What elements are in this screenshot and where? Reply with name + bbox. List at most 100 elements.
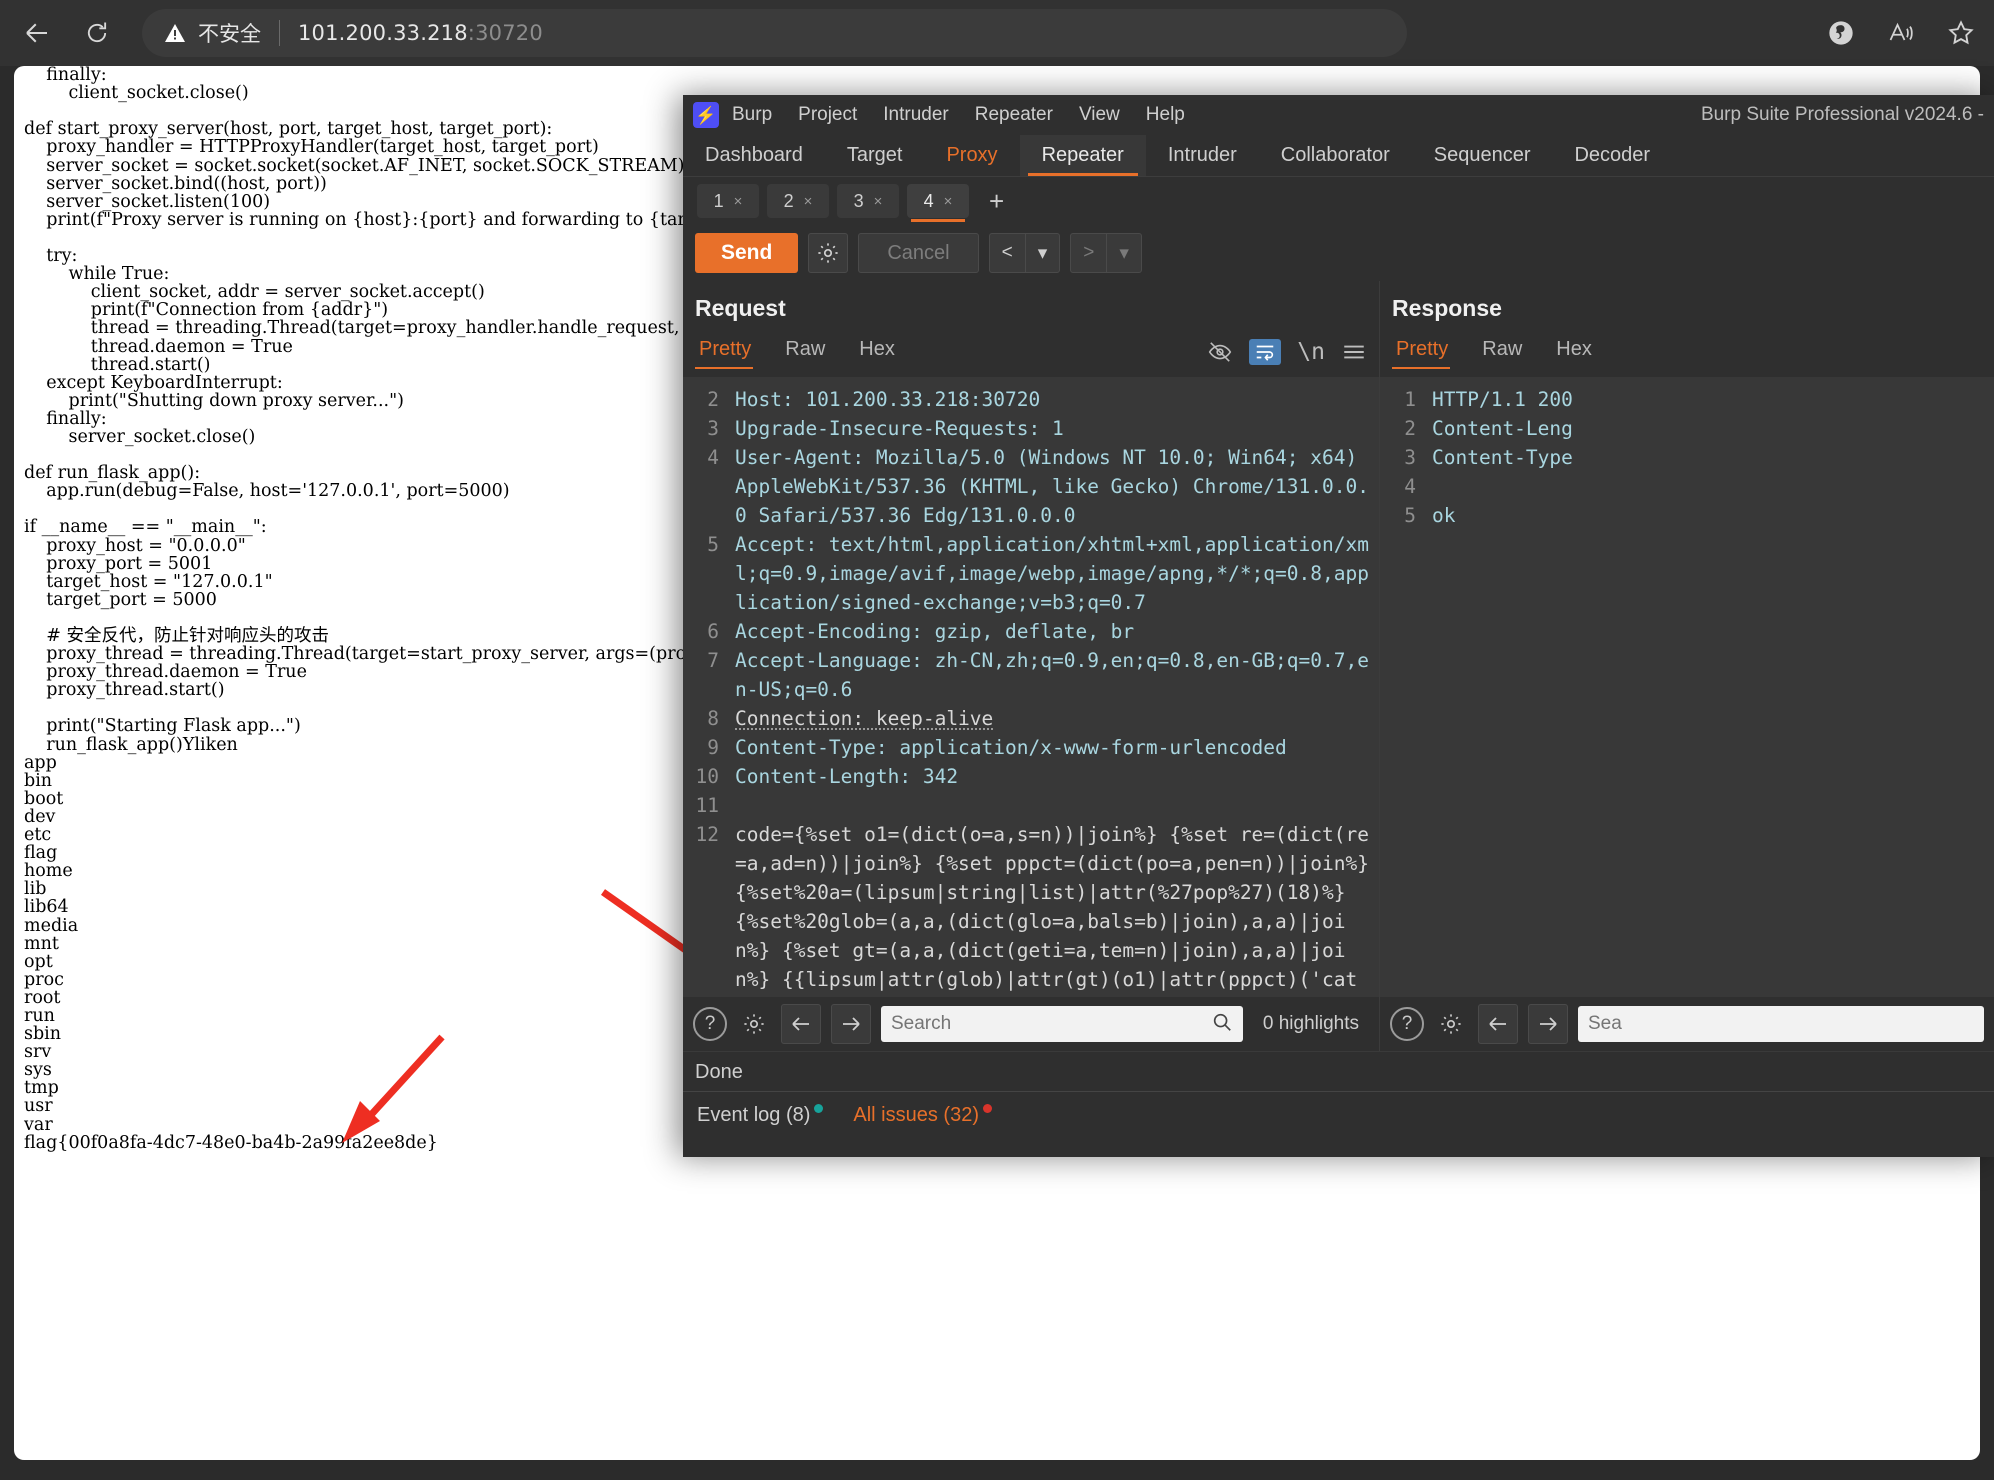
next-request-button[interactable]: > ▾ xyxy=(1070,233,1142,273)
repeater-tab-2[interactable]: 2 × xyxy=(767,184,829,218)
close-icon[interactable]: × xyxy=(804,193,813,210)
chevron-down-icon: ▾ xyxy=(1119,242,1129,264)
burp-menubar: ⚡ Burp Project Intruder Repeater View He… xyxy=(683,95,1994,135)
repeater-tab-1[interactable]: 1 × xyxy=(697,184,759,218)
menu-repeater[interactable]: Repeater xyxy=(962,95,1066,135)
tab-proxy[interactable]: Proxy xyxy=(924,135,1019,176)
request-editor[interactable]: 2 3 4 5 6 7 8 9 10 11 12 Host: 101.200.33.218:3072… xyxy=(683,377,1379,997)
event-log-label: Event log (8) xyxy=(697,1104,811,1126)
all-issues-label: All issues (32) xyxy=(853,1104,979,1126)
search-back-icon[interactable] xyxy=(1478,1004,1518,1044)
menu-burp[interactable]: Burp xyxy=(719,95,785,135)
search-forward-icon[interactable] xyxy=(831,1004,871,1044)
previous-request-button[interactable]: < ▾ xyxy=(988,233,1061,273)
request-pane: Request Pretty Raw Hex \n 2 3 4 5 6 7 8 … xyxy=(683,281,1380,1051)
repeater-tab-strip: 1 × 2 × 3 × 4 × + xyxy=(683,177,1994,225)
burp-window-title: Burp Suite Professional v2024.6 - xyxy=(1700,104,1984,125)
repeater-tab-label: 3 xyxy=(853,190,864,211)
browser-toolbar-actions xyxy=(1824,0,1978,66)
next-arrow-icon: > xyxy=(1083,242,1095,263)
address-bar[interactable]: 不安全 101.200.33.218:30720 xyxy=(142,9,1407,57)
menu-project[interactable]: Project xyxy=(785,95,870,135)
back-arrow-icon[interactable] xyxy=(14,10,60,56)
tab-repeater[interactable]: Repeater xyxy=(1019,135,1146,176)
tab-dashboard[interactable]: Dashboard xyxy=(683,135,825,176)
search-icon[interactable] xyxy=(1211,1011,1233,1038)
response-body-text[interactable]: HTTP/1.1 200 Content-Leng Content-Type ok xyxy=(1424,377,1994,997)
help-icon[interactable]: ? xyxy=(1390,1007,1424,1041)
response-pane-title: Response xyxy=(1392,295,1502,321)
menu-intruder[interactable]: Intruder xyxy=(870,95,961,135)
repeater-tab-label: 4 xyxy=(923,190,934,211)
burp-footer: Event log (8) All issues (32) xyxy=(683,1091,1994,1139)
search-field-wrapper[interactable] xyxy=(881,1006,1243,1042)
close-icon[interactable]: × xyxy=(734,193,743,210)
newline-icon[interactable]: \n xyxy=(1297,339,1325,365)
request-line-numbers: 2 3 4 5 6 7 8 9 10 11 12 xyxy=(683,377,727,997)
menu-view[interactable]: View xyxy=(1066,95,1133,135)
word-wrap-icon[interactable] xyxy=(1249,338,1282,365)
all-issues-button[interactable]: All issues (32) xyxy=(853,1104,992,1127)
close-icon[interactable]: × xyxy=(874,193,883,210)
response-tab-hex[interactable]: Hex xyxy=(1552,332,1608,371)
search-input[interactable] xyxy=(891,1013,1211,1035)
event-log-indicator-dot xyxy=(814,1104,824,1114)
event-log-button[interactable]: Event log (8) xyxy=(697,1104,824,1127)
request-response-panes: Request Pretty Raw Hex \n 2 3 4 5 6 7 8 … xyxy=(683,281,1994,1051)
gear-icon[interactable] xyxy=(808,233,849,273)
issues-indicator-dot xyxy=(983,1104,992,1114)
highlight-count-label: 0 highlights xyxy=(1262,1013,1359,1034)
not-secure-warning-icon xyxy=(162,20,188,46)
repeater-tab-4[interactable]: 4 × xyxy=(907,184,969,222)
url-port: :30720 xyxy=(467,21,543,45)
response-view-tabs: Pretty Raw Hex xyxy=(1380,332,1994,371)
search-back-icon[interactable] xyxy=(781,1004,821,1044)
burp-main-tabs: Dashboard Target Proxy Repeater Intruder… xyxy=(683,135,1994,177)
omnibox-divider xyxy=(279,20,280,46)
copilot-icon[interactable] xyxy=(1824,16,1858,50)
repeater-tab-label: 1 xyxy=(713,190,724,211)
menu-icon[interactable] xyxy=(1341,339,1367,365)
response-search-field-wrapper[interactable] xyxy=(1578,1006,1984,1042)
cancel-button[interactable]: Cancel xyxy=(858,233,979,273)
favorite-star-icon[interactable] xyxy=(1944,16,1978,50)
tab-target[interactable]: Target xyxy=(825,135,925,176)
response-editor[interactable]: 12345 HTTP/1.1 200 Content-Leng Content-Ty… xyxy=(1380,377,1994,997)
url-text: 101.200.33.218:30720 xyxy=(298,21,543,45)
request-search-bar: ? Search 0 highlights xyxy=(683,997,1379,1051)
tab-decoder[interactable]: Decoder xyxy=(1552,135,1672,176)
menu-help[interactable]: Help xyxy=(1133,95,1198,135)
eye-off-icon[interactable] xyxy=(1207,339,1233,365)
browser-window: 不安全 101.200.33.218:30720 finally: client… xyxy=(0,0,1994,1480)
tab-intruder[interactable]: Intruder xyxy=(1146,135,1259,176)
close-icon[interactable]: × xyxy=(944,193,953,210)
search-forward-icon[interactable] xyxy=(1528,1004,1568,1044)
request-tab-hex[interactable]: Hex xyxy=(855,332,911,371)
send-button[interactable]: Send xyxy=(695,233,799,273)
response-search-input[interactable] xyxy=(1588,1013,1974,1035)
security-status-label: 不安全 xyxy=(198,22,261,46)
tab-sequencer[interactable]: Sequencer xyxy=(1412,135,1553,176)
repeater-action-bar: Send Cancel < ▾ > ▾ xyxy=(683,225,1994,281)
request-body-text[interactable]: Host: 101.200.33.218:30720 Upgrade-Insecu… xyxy=(727,377,1379,997)
response-tab-pretty[interactable]: Pretty xyxy=(1392,332,1464,371)
request-tab-pretty[interactable]: Pretty xyxy=(695,332,767,371)
read-aloud-icon[interactable] xyxy=(1884,16,1918,50)
previous-arrow-icon: < xyxy=(1001,242,1013,263)
request-tab-raw[interactable]: Raw xyxy=(781,332,841,371)
response-search-bar: ? xyxy=(1380,997,1994,1051)
response-pane: Response Pretty Raw Hex 12345 HTTP/1.1 2… xyxy=(1380,281,1994,1051)
add-repeater-tab-button[interactable]: + xyxy=(977,188,1016,214)
response-tab-raw[interactable]: Raw xyxy=(1478,332,1538,371)
request-view-icons: \n xyxy=(1207,338,1367,365)
gear-icon[interactable] xyxy=(1434,1007,1468,1041)
gear-icon[interactable] xyxy=(737,1007,771,1041)
reload-icon[interactable] xyxy=(74,10,120,56)
request-pane-title: Request xyxy=(695,295,786,321)
help-icon[interactable]: ? xyxy=(693,1007,727,1041)
chevron-down-icon: ▾ xyxy=(1037,242,1048,264)
repeater-tab-3[interactable]: 3 × xyxy=(837,184,899,218)
tab-collaborator[interactable]: Collaborator xyxy=(1259,135,1412,176)
url-host: 101.200.33.218 xyxy=(298,21,468,45)
burp-suite-window: ⚡ Burp Project Intruder Repeater View He… xyxy=(683,95,1994,1157)
